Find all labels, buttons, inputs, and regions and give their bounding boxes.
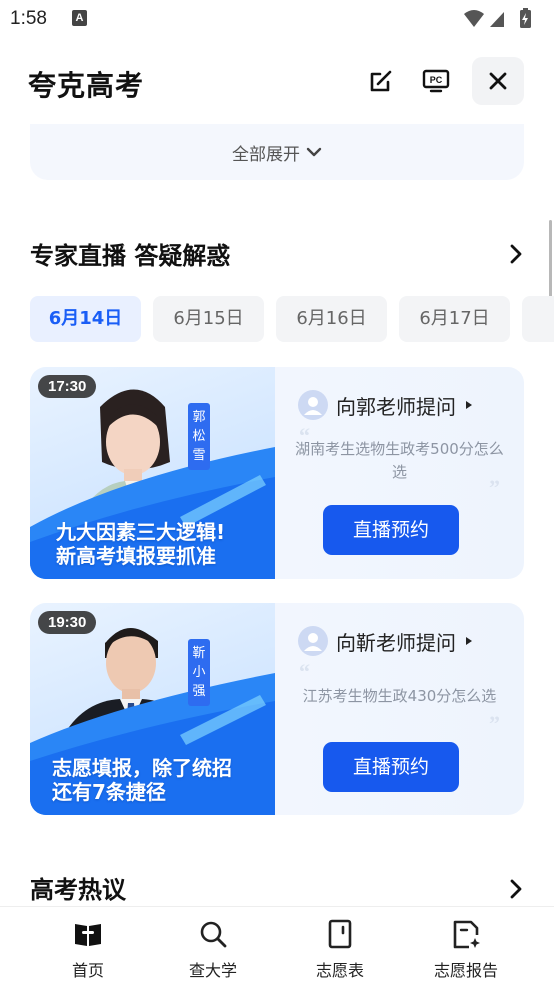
report-icon	[453, 920, 480, 949]
teacher-name-tag: 郭 松 雪	[188, 403, 210, 470]
nav-item-volunteer-report[interactable]: 志愿报告	[411, 907, 521, 985]
pc-icon[interactable]: PC	[421, 66, 451, 96]
status-bar: 1:58 A	[0, 0, 554, 40]
user-icon	[304, 397, 322, 415]
user-icon	[304, 633, 322, 651]
edit-icon[interactable]	[366, 66, 396, 96]
wifi-signal-battery-icon	[464, 8, 531, 28]
ask-panel: 向靳老师提问 “ 江苏考生物生政430分怎么选 ” 直播预约	[275, 603, 524, 815]
nav-item-search-college[interactable]: 查大学	[158, 907, 268, 985]
live-slogan-line: 新高考填报要抓准	[56, 544, 216, 568]
nav-label: 首页	[71, 961, 104, 980]
status-time: 1:58	[10, 8, 47, 29]
date-tab[interactable]: 6月15日	[153, 296, 264, 342]
chevron-right-icon	[510, 879, 522, 899]
close-icon	[489, 72, 507, 90]
question-text: 江苏考生物生政430分怎么选	[302, 687, 497, 705]
quote-close-icon: ”	[489, 475, 500, 500]
notification-icon: A	[72, 10, 87, 26]
live-card[interactable]: 17:30 郭 松 雪 九大因素三大逻辑! 新高考填报要抓准 向郭老师提问 “ …	[30, 367, 524, 579]
close-button[interactable]	[472, 57, 524, 105]
teacher-name-tag: 靳 小 强	[188, 639, 210, 706]
live-slogan-line: 志愿填报，除了统招	[52, 756, 232, 780]
live-slogan-line: 九大因素三大逻辑!	[56, 520, 226, 544]
nav-item-home[interactable]: 首页	[33, 907, 143, 985]
quote-close-icon: ”	[489, 711, 500, 736]
date-tab[interactable]: 6月	[522, 296, 554, 342]
live-time-badge: 19:30	[38, 611, 97, 634]
teacher-name-char: 强	[192, 684, 206, 699]
live-slogan: 志愿填报，除了统招 还有7条捷径	[52, 756, 232, 804]
teacher-name-char: 郭	[192, 410, 206, 425]
teacher-name-char: 靳	[192, 646, 206, 661]
ask-teacher-link[interactable]: 向靳老师提问	[298, 625, 472, 657]
ask-teacher-label: 向郭老师提问	[336, 394, 456, 419]
caret-right-icon	[466, 401, 472, 409]
date-tabs: 6月14日 6月15日 6月16日 6月17日 6月	[30, 296, 554, 344]
expand-all-button[interactable]: 全部展开	[30, 124, 524, 180]
live-banner: 19:30 靳 小 强 志愿填报，除了统招 还有7条捷径	[30, 603, 275, 815]
svg-text:PC: PC	[430, 75, 443, 85]
quote-open-icon: “	[299, 659, 310, 684]
ask-panel: 向郭老师提问 “ 湖南考生选物生政考500分怎么选 ” 直播预约	[275, 367, 524, 579]
caret-right-icon	[466, 637, 472, 645]
avatar	[298, 626, 328, 656]
live-slogan: 九大因素三大逻辑! 新高考填报要抓准	[56, 520, 225, 568]
expand-label: 全部展开	[232, 144, 300, 165]
chevron-down-icon	[306, 147, 322, 157]
nav-item-volunteer-form[interactable]: 志愿表	[285, 907, 395, 985]
question-text: 湖南考生选物生政考500分怎么选	[295, 440, 504, 481]
ask-teacher-link[interactable]: 向郭老师提问	[298, 389, 472, 421]
teacher-name-char: 小	[192, 665, 206, 680]
nav-label: 志愿表	[315, 961, 364, 980]
live-section-more-button[interactable]	[506, 242, 526, 266]
book-icon	[75, 924, 101, 946]
status-icons	[462, 8, 542, 30]
chevron-right-icon	[510, 244, 522, 264]
page-title: 夸克高考	[28, 69, 145, 102]
live-card[interactable]: 19:30 靳 小 强 志愿填报，除了统招 还有7条捷径 向靳老师提问 “ 江苏…	[30, 603, 524, 815]
ask-teacher-label: 向靳老师提问	[336, 630, 456, 655]
date-tab[interactable]: 6月16日	[276, 296, 387, 342]
date-tab[interactable]: 6月14日	[30, 296, 141, 342]
reserve-live-button[interactable]: 直播预约	[323, 505, 459, 555]
scrollbar[interactable]	[549, 220, 552, 300]
live-slogan-line: 还有7条捷径	[52, 780, 166, 804]
live-banner: 17:30 郭 松 雪 九大因素三大逻辑! 新高考填报要抓准	[30, 367, 275, 579]
teacher-name-char: 松	[192, 429, 206, 444]
date-tab[interactable]: 6月17日	[399, 296, 510, 342]
form-icon	[328, 919, 352, 949]
nav-label: 查大学	[188, 961, 237, 980]
reserve-live-button[interactable]: 直播预约	[323, 742, 459, 792]
search-icon	[200, 921, 227, 948]
live-time-badge: 17:30	[38, 375, 97, 398]
teacher-name-char: 雪	[192, 448, 206, 463]
hot-section-title: 高考热议	[30, 876, 126, 904]
app-header: 夸克高考 PC	[0, 44, 554, 120]
live-section-title: 专家直播 答疑解惑	[30, 242, 231, 270]
nav-label: 志愿报告	[433, 961, 498, 980]
hot-section-more-button[interactable]	[506, 877, 526, 901]
avatar	[298, 390, 328, 420]
bottom-nav: 首页 查大学 志愿表 志愿报告	[0, 906, 554, 985]
